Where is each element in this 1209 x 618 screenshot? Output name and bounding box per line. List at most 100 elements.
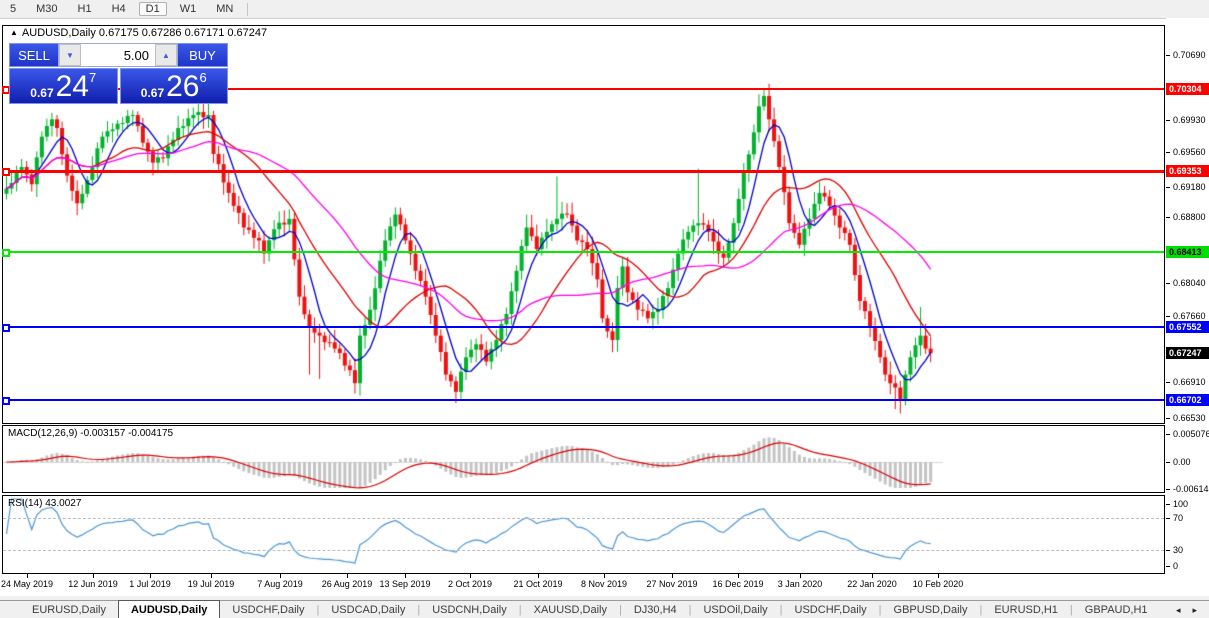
rsi-level-line xyxy=(3,550,1164,551)
price-tick-mark xyxy=(1166,55,1170,56)
tab-gbpaud-h1[interactable]: GBPAUD,H1 xyxy=(1073,601,1160,618)
chart-tab-bar: EURUSD,DailyAUDUSD,DailyUSDCHF,Daily|USD… xyxy=(0,600,1209,618)
indicator-tick-mark xyxy=(1166,434,1170,435)
tab-gbpusd-daily[interactable]: GBPUSD,Daily xyxy=(882,601,980,618)
indicator-tick-mark xyxy=(1166,504,1170,505)
tab-usdcnh-daily[interactable]: USDCNH,Daily xyxy=(420,601,519,618)
buy-price-prefix: 0.67 xyxy=(141,86,164,100)
price-tick-label: 0.68040 xyxy=(1173,278,1206,288)
date-tick-label: 13 Sep 2019 xyxy=(379,579,430,589)
date-tick-label: 22 Jan 2020 xyxy=(847,579,897,589)
indicator-tick-label: -0.006148 xyxy=(1173,484,1209,494)
date-tick-label: 12 Jun 2019 xyxy=(68,579,118,589)
tab-scroll-arrows: ◂▸ xyxy=(1170,601,1209,618)
volume-value[interactable]: 5.00 xyxy=(81,44,155,66)
tab-usdcad-daily[interactable]: USDCAD,Daily xyxy=(319,601,417,618)
price-badge-0.70304: 0.70304 xyxy=(1166,83,1209,95)
volume-decrease-button[interactable]: ▼ xyxy=(59,44,81,66)
date-tick-label: 10 Feb 2020 xyxy=(913,579,964,589)
indicator-tick-mark xyxy=(1166,566,1170,567)
price-axis: 0.706900.699300.695600.691800.688000.680… xyxy=(1166,18,1209,600)
price-tick-label: 0.70690 xyxy=(1173,50,1206,60)
timeframe-button-mn[interactable]: MN xyxy=(209,2,240,16)
tab-usdchf-daily[interactable]: USDCHF,Daily xyxy=(220,601,316,618)
sell-button[interactable]: SELL xyxy=(9,43,58,67)
rsi-canvas[interactable] xyxy=(3,496,1164,572)
price-tick-mark xyxy=(1166,217,1170,218)
tab-dj30-h4[interactable]: DJ30,H4 xyxy=(622,601,689,618)
date-tick-mark xyxy=(211,574,212,578)
date-tick-mark xyxy=(150,574,151,578)
volume-spinner: ▼ 5.00 ▲ xyxy=(58,43,178,67)
date-tick-label: 1 Jul 2019 xyxy=(129,579,171,589)
indicator-tick-mark xyxy=(1166,489,1170,490)
date-tick-label: 26 Aug 2019 xyxy=(322,579,373,589)
volume-increase-button[interactable]: ▲ xyxy=(155,44,177,66)
support-resistance-line[interactable] xyxy=(3,251,1164,253)
price-tick-label: 0.69180 xyxy=(1173,182,1206,192)
tabs-scroll-left-icon[interactable]: ◂ xyxy=(1170,605,1187,616)
price-badge-0.69353: 0.69353 xyxy=(1166,165,1209,177)
buy-price-big: 26 xyxy=(166,74,199,100)
line-anchor-handle[interactable] xyxy=(2,397,10,405)
date-tick-label: 24 May 2019 xyxy=(1,579,53,589)
tab-eurusd-daily[interactable]: EURUSD,Daily xyxy=(20,601,118,618)
collapse-icon[interactable]: ▲ xyxy=(10,28,18,37)
timeframe-button-5[interactable]: 5 xyxy=(3,2,23,16)
date-tick-mark xyxy=(604,574,605,578)
date-tick-mark xyxy=(800,574,801,578)
timeframe-button-m30[interactable]: M30 xyxy=(29,2,64,16)
chart-title-text: AUDUSD,Daily 0.67175 0.67286 0.67171 0.6… xyxy=(22,27,267,39)
date-tick-mark xyxy=(872,574,873,578)
price-tick-mark xyxy=(1166,418,1170,419)
indicator-tick-mark xyxy=(1166,518,1170,519)
tab-audusd-daily[interactable]: AUDUSD,Daily xyxy=(118,600,220,618)
line-anchor-handle[interactable] xyxy=(2,249,10,257)
toolbar-separator xyxy=(247,3,248,16)
timeframe-button-w1[interactable]: W1 xyxy=(173,2,204,16)
price-tick-label: 0.69930 xyxy=(1173,115,1206,125)
support-resistance-line[interactable] xyxy=(3,399,1164,401)
line-anchor-handle[interactable] xyxy=(2,324,10,332)
date-tick-label: 21 Oct 2019 xyxy=(513,579,562,589)
date-tick-mark xyxy=(538,574,539,578)
tab-xauusd-daily[interactable]: XAUUSD,Daily xyxy=(522,601,619,618)
support-resistance-line[interactable] xyxy=(3,170,1164,173)
indicator-tick-mark xyxy=(1166,462,1170,463)
date-tick-mark xyxy=(672,574,673,578)
support-resistance-line[interactable] xyxy=(3,326,1164,328)
indicator-tick-label: 30 xyxy=(1173,545,1183,555)
timeframe-button-d1[interactable]: D1 xyxy=(139,2,167,16)
one-click-trading-panel: SELL ▼ 5.00 ▲ BUY 0.67 24 7 0.67 26 6 xyxy=(9,43,228,104)
price-badge-0.67247: 0.67247 xyxy=(1166,347,1209,359)
price-tick-mark xyxy=(1166,187,1170,188)
rsi-level-line xyxy=(3,518,1164,519)
price-tick-mark xyxy=(1166,382,1170,383)
indicator-tick-label: 0.005076 xyxy=(1173,429,1209,439)
sell-price-display[interactable]: 0.67 24 7 xyxy=(9,68,118,104)
timeframe-button-h4[interactable]: H4 xyxy=(105,2,133,16)
date-axis: 24 May 2019 12 Jun 2019 1 Jul 2019 19 Jul 2… xyxy=(0,574,1165,596)
timeframe-button-h1[interactable]: H1 xyxy=(71,2,99,16)
price-badge-0.67552: 0.67552 xyxy=(1166,321,1209,333)
indicator-tick-label: 70 xyxy=(1173,513,1183,523)
trading-terminal-window: 5 M30 H1 H4 D1 W1 MN ▲ AUDUSD,Daily 0.67175 0.6… xyxy=(0,0,1209,618)
tabs-scroll-right-icon[interactable]: ▸ xyxy=(1186,605,1203,616)
line-anchor-handle[interactable] xyxy=(2,168,10,176)
date-tick-label: 19 Jul 2019 xyxy=(188,579,235,589)
price-tick-label: 0.67660 xyxy=(1173,311,1206,321)
price-tick-mark xyxy=(1166,152,1170,153)
date-tick-mark xyxy=(280,574,281,578)
tab-usdoil-daily[interactable]: USDOil,Daily xyxy=(691,601,779,618)
buy-price-sup: 6 xyxy=(200,71,207,84)
tab-eurusd-h1[interactable]: EURUSD,H1 xyxy=(982,601,1070,618)
tabbar-left-gap xyxy=(0,601,20,618)
indicator-tick-mark xyxy=(1166,550,1170,551)
date-tick-label: 8 Nov 2019 xyxy=(581,579,627,589)
tab-usdchf-daily[interactable]: USDCHF,Daily xyxy=(783,601,879,618)
buy-price-display[interactable]: 0.67 26 6 xyxy=(120,68,229,104)
price-tick-label: 0.68800 xyxy=(1173,212,1206,222)
buy-button[interactable]: BUY xyxy=(178,43,228,67)
date-tick-label: 7 Aug 2019 xyxy=(257,579,303,589)
macd-canvas[interactable] xyxy=(3,426,1164,491)
